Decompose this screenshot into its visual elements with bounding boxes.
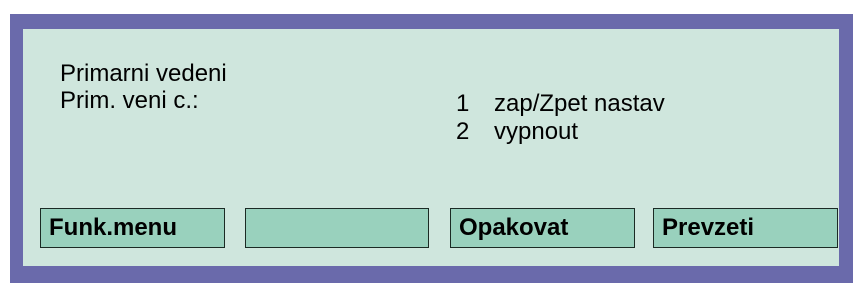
option-2-label: vypnout [494, 118, 579, 145]
menu-title: Primarni vedeni [60, 60, 227, 87]
prevzeti-button[interactable]: Prevzeti [653, 208, 838, 248]
option-1-number: 1 [456, 90, 470, 117]
funk-menu-button[interactable]: Funk.menu [40, 208, 225, 248]
option-2-number: 2 [456, 118, 470, 145]
opakovat-button[interactable]: Opakovat [450, 208, 635, 248]
blank-softkey-button[interactable] [245, 208, 429, 248]
option-1-label: zap/Zpet nastav [494, 90, 665, 117]
menu-subtitle: Prim. veni c.: [60, 87, 199, 114]
